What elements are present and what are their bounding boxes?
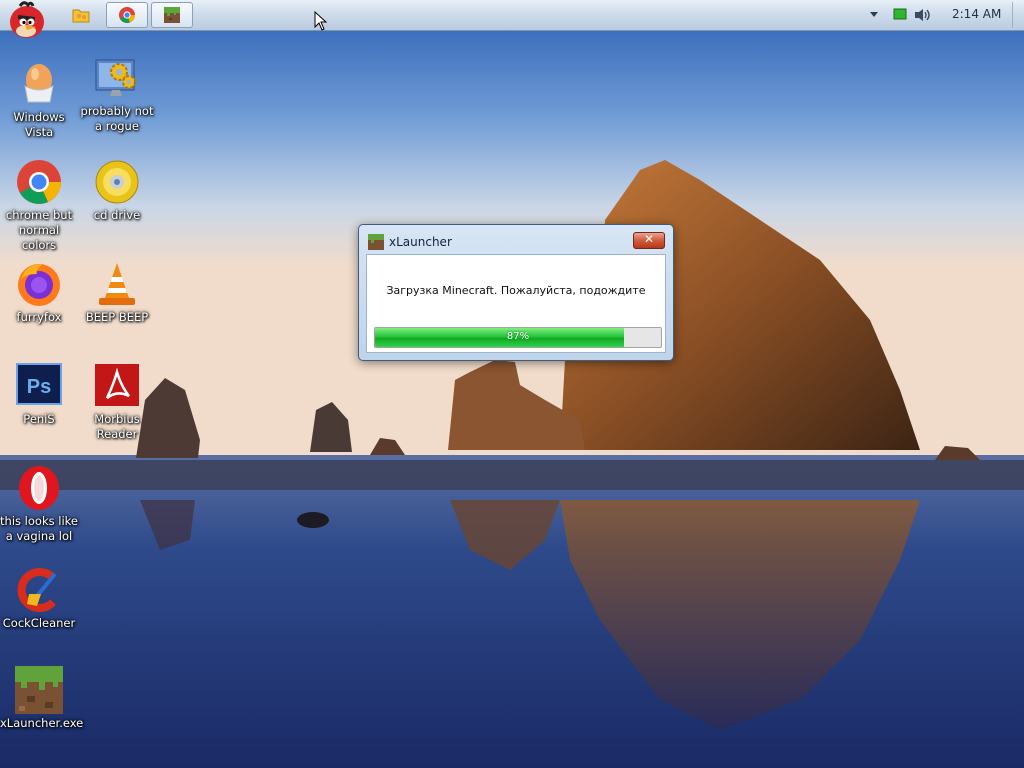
desktop-icon-penis[interactable]: Ps PeniS xyxy=(0,362,78,427)
desktop-icon-probably-not-a-rogue[interactable]: probably not a rogue xyxy=(78,54,156,134)
desktop-icon-cockcleaner[interactable]: CockCleaner xyxy=(0,566,78,631)
desktop-icon-label: chrome but normal colors xyxy=(5,208,73,252)
desktop-icon-morbius-reader[interactable]: Morbius Reader xyxy=(78,362,156,442)
minecraft-grass-icon xyxy=(368,234,384,250)
progress-percent-label: 87% xyxy=(506,331,530,342)
taskbar: 2:14 AM xyxy=(0,0,1024,38)
desktop-icon-windows-vista[interactable]: Windows Vista xyxy=(0,60,78,140)
photoshop-icon: Ps xyxy=(16,363,62,405)
taskbar-clock[interactable]: 2:14 AM xyxy=(952,7,1001,21)
chrome-icon xyxy=(17,160,61,204)
desktop-icon-label: xLauncher.exe xyxy=(0,716,84,730)
tray-expand-chevron-icon[interactable] xyxy=(869,11,879,19)
dialog-title: xLauncher xyxy=(389,235,452,249)
desktop-icon-label: Morbius Reader xyxy=(94,412,140,441)
xlauncher-dialog: xLauncher ✕ Загрузка Minecraft. Пожалуйс… xyxy=(358,224,674,361)
progress-bar: 87% xyxy=(374,327,662,348)
desktop-icon-label: CockCleaner xyxy=(2,616,76,630)
close-icon: ✕ xyxy=(643,232,655,246)
taskbar-chrome-button[interactable] xyxy=(106,2,148,28)
opera-icon xyxy=(19,466,59,510)
angry-bird-icon xyxy=(10,1,44,38)
close-button[interactable]: ✕ xyxy=(633,232,665,249)
desktop-icon-label: cd drive xyxy=(93,208,141,222)
taskbar-explorer-button[interactable] xyxy=(64,2,98,28)
ccleaner-icon xyxy=(17,568,57,612)
pdf-reader-icon xyxy=(95,364,139,406)
egg-icon xyxy=(24,64,54,103)
show-desktop-button[interactable] xyxy=(1012,2,1023,28)
dialog-body: Загрузка Minecraft. Пожалуйста, подождит… xyxy=(366,254,666,353)
desktop-icon-xlauncher-exe[interactable]: xLauncher.exe xyxy=(0,666,84,731)
chrome-icon xyxy=(119,7,135,23)
mouse-cursor-icon xyxy=(314,11,328,31)
desktop-icon-label: PeniS xyxy=(23,412,55,426)
desktop-icon-furryfox[interactable]: furryfox xyxy=(0,260,78,325)
minecraft-grass-icon xyxy=(15,666,63,714)
desktop-icon-label: Windows Vista xyxy=(13,110,65,139)
folder-icon xyxy=(72,9,90,23)
vlc-cone-icon xyxy=(99,263,135,305)
desktop-icon-label: furryfox xyxy=(16,310,62,324)
desktop-icon-chrome-but-normal-colors[interactable]: chrome but normal colors xyxy=(0,158,78,253)
desktop-icon-cd-drive[interactable]: cd drive xyxy=(78,158,156,223)
svg-text:Ps: Ps xyxy=(27,376,51,398)
gears-icon xyxy=(95,59,136,96)
volume-icon[interactable] xyxy=(914,8,932,22)
desktop-icon-beep-beep[interactable]: BEEP BEEP xyxy=(78,260,156,325)
start-button[interactable] xyxy=(6,0,48,40)
taskbar-xlauncher-button[interactable] xyxy=(151,2,193,28)
minecraft-grass-icon xyxy=(164,7,180,23)
desktop-icon-label: BEEP BEEP xyxy=(85,310,149,324)
desktop-icon-label: probably not a rogue xyxy=(80,104,154,133)
firefox-icon xyxy=(18,264,60,306)
desktop-icon-label: this looks like a vagina lol xyxy=(0,514,78,543)
cd-icon xyxy=(95,160,139,204)
desktop-icon-opera[interactable]: this looks like a vagina lol xyxy=(0,464,78,544)
battery-power-icon[interactable] xyxy=(893,8,907,20)
loading-message: Загрузка Minecraft. Пожалуйста, подождит… xyxy=(386,284,646,297)
